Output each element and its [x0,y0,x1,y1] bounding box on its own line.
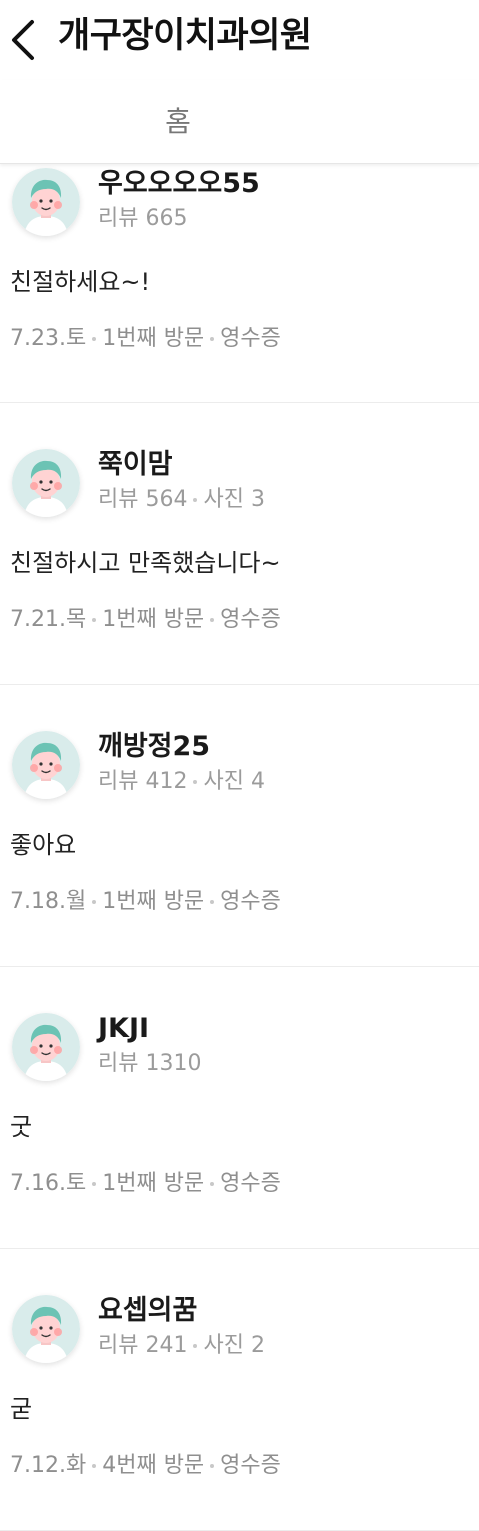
review-item: 쭉이맘리뷰 564 사진 3 친절하시고 만족했습니다~ 7.21.목 1번째 방문 영수… [0,403,479,685]
app-header: 개구장이치과의원 [0,0,479,80]
visit-count: 1번째 방문 [102,326,205,351]
separator-dot [210,337,215,341]
reviewer-nickname[interactable]: 우오오오오55 [98,166,260,202]
separator-dot [210,618,215,622]
page-title: 개구장이치과의원 [58,16,312,56]
separator-dot [92,900,97,904]
visit-info: 7.18.월 1번째 방문 영수증 [10,887,281,917]
review-text[interactable]: 좋아요 [10,828,76,862]
visit-info: 7.12.화 4번째 방문 영수증 [10,1451,281,1481]
visit-count: 4번째 방문 [102,1453,205,1478]
chevron-left-icon [12,20,34,60]
photo-count: 사진 3 [203,487,265,512]
photo-count: 사진 2 [203,1333,265,1358]
avatar-image [12,168,80,236]
separator-dot [210,1464,215,1468]
review-text[interactable]: 친절하시고 만족했습니다~ [10,546,281,580]
avatar[interactable] [12,731,80,799]
photo-count: 사진 4 [203,769,265,794]
separator-dot [193,498,198,502]
tab-bar: 홈 [0,80,479,164]
verification-type: 영수증 [220,889,281,914]
visit-date: 7.12.화 [10,1453,87,1478]
reviewer-nickname[interactable]: 쭉이맘 [98,447,173,483]
separator-dot [210,1182,215,1186]
review-count: 리뷰 665 [98,206,188,231]
separator-dot [193,780,198,784]
visit-count: 1번째 방문 [102,889,205,914]
visit-info: 7.21.목 1번째 방문 영수증 [10,605,281,635]
reviewer-stats: 리뷰 1310 [98,1049,201,1079]
review-item: 요셉의꿈리뷰 241 사진 2 굳 7.12.화 4번째 방문 영수증 [0,1249,479,1531]
tab-home[interactable]: 홈 [155,102,201,142]
reviewer-nickname[interactable]: JKJI [98,1011,149,1047]
reviewer-stats: 리뷰 564 사진 3 [98,485,265,515]
review-count: 리뷰 241 [98,1333,188,1358]
back-button[interactable] [4,14,44,66]
review-text[interactable]: 굿 [10,1110,32,1144]
reviewer-stats: 리뷰 241 사진 2 [98,1331,265,1361]
separator-dot [92,618,97,622]
avatar[interactable] [12,168,80,236]
review-count: 리뷰 564 [98,487,188,512]
reviewer-nickname[interactable]: 요셉의꿈 [98,1293,197,1329]
review-item: 깨방정25 리뷰 412 사진 4 좋아요 7.18.월 1번째 방문 영수증 [0,685,479,967]
visit-date: 7.21.목 [10,607,87,632]
visit-date: 7.18.월 [10,889,87,914]
visit-date: 7.23.토 [10,326,87,351]
avatar-image [12,1295,80,1363]
review-item: JKJI 리뷰 1310 굿 7.16.토 1번째 방문 영수증 [0,967,479,1249]
verification-type: 영수증 [220,326,281,351]
avatar-image [12,1013,80,1081]
review-count: 리뷰 1310 [98,1051,202,1076]
visit-info: 7.23.토 1번째 방문 영수증 [10,324,281,354]
review-list: 우오오오오55 리뷰 665 친절하세요~! 7.23.토 1번째 방문 영수증 쭉이맘 리… [0,164,479,1531]
reviewer-stats: 리뷰 412 사진 4 [98,767,265,797]
avatar[interactable] [12,1295,80,1363]
review-text[interactable]: 굳 [10,1392,32,1426]
review-item: 우오오오오55 리뷰 665 친절하세요~! 7.23.토 1번째 방문 영수증 [0,164,479,403]
reviewer-nickname[interactable]: 깨방정25 [98,729,210,765]
review-count: 리뷰 412 [98,769,188,794]
avatar-image [12,731,80,799]
visit-count: 1번째 방문 [102,607,205,632]
visit-count: 1번째 방문 [102,1171,205,1196]
verification-type: 영수증 [220,607,281,632]
visit-info: 7.16.토 1번째 방문 영수증 [10,1169,281,1199]
visit-date: 7.16.토 [10,1171,87,1196]
avatar-image [12,449,80,517]
verification-type: 영수증 [220,1171,281,1196]
separator-dot [210,900,215,904]
review-text[interactable]: 친절하세요~! [10,265,150,299]
separator-dot [92,1182,97,1186]
separator-dot [92,1464,97,1468]
separator-dot [92,337,97,341]
separator-dot [193,1344,198,1348]
reviewer-stats: 리뷰 665 [98,204,187,234]
verification-type: 영수증 [220,1453,281,1478]
avatar[interactable] [12,449,80,517]
avatar[interactable] [12,1013,80,1081]
